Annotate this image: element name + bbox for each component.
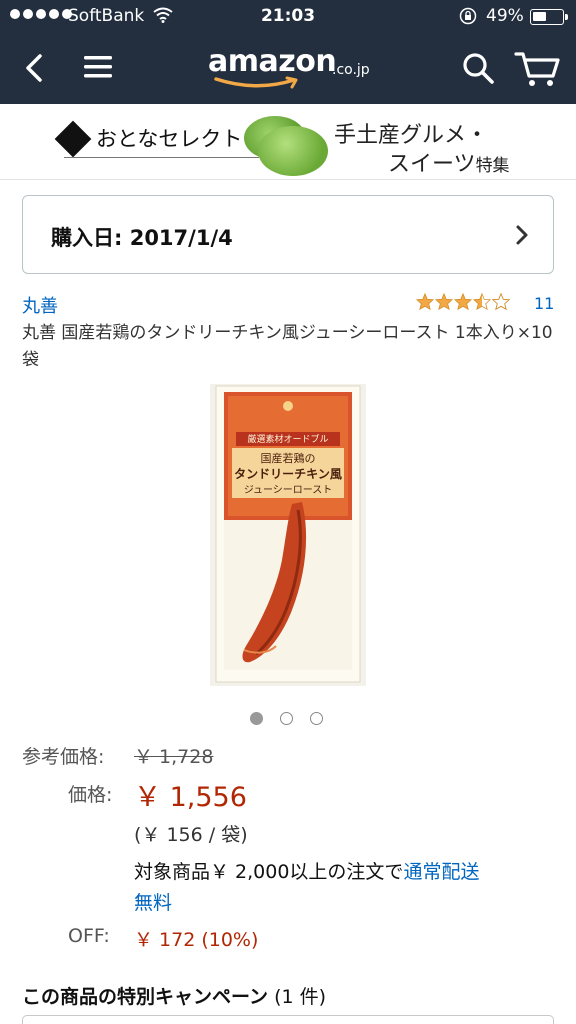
- unit-price: (￥ 156 / 袋): [134, 824, 248, 846]
- banner-divider: [64, 157, 259, 158]
- logo-tld: .co.jp: [332, 62, 370, 78]
- reference-price-label: 参考価格:: [22, 746, 105, 768]
- logo-word: amazon: [208, 44, 337, 79]
- campaign-heading: この商品の特別キャンペーン (1 件): [22, 982, 326, 1009]
- rotation-lock-icon: [459, 7, 477, 25]
- package-line4: ジューシーロースト: [244, 485, 333, 496]
- banner-left-text: おとなセレクト: [96, 127, 243, 151]
- carousel-dot[interactable]: [280, 712, 293, 725]
- brand-link[interactable]: 丸善: [22, 292, 58, 318]
- product-image[interactable]: 厳選素材オードブル 国産若鶏の タンドリーチキン風 ジューシーロースト: [210, 384, 366, 686]
- image-carousel-dots: [250, 712, 323, 725]
- purchase-date-label: 購入日: 2017/1/4: [51, 226, 233, 250]
- carousel-dot[interactable]: [250, 712, 263, 725]
- price-value: ￥ 1,556: [134, 782, 247, 813]
- back-icon[interactable]: [20, 50, 50, 86]
- menu-icon[interactable]: [82, 52, 114, 82]
- campaign-card[interactable]: [22, 1015, 554, 1024]
- diamond-icon: [54, 120, 92, 158]
- star-half-icon: [473, 293, 491, 310]
- star-full-icon: [435, 293, 453, 310]
- purchase-date-card[interactable]: 購入日: 2017/1/4: [22, 195, 554, 274]
- package-line3: タンドリーチキン風: [234, 467, 342, 481]
- cart-icon[interactable]: [513, 48, 561, 88]
- banner-right-line1: 手土産グルメ・: [334, 123, 489, 148]
- star-empty-icon: [492, 293, 510, 310]
- banner-right-suffix: 特集: [475, 156, 510, 176]
- package-line2: 国産若鶏の: [261, 451, 316, 465]
- smile-icon: [214, 76, 298, 89]
- star-rating[interactable]: [416, 293, 510, 310]
- reference-price-value: ￥ 1,728: [134, 746, 214, 768]
- discount-label: OFF:: [68, 925, 110, 947]
- mochi-image: [258, 126, 328, 176]
- campaign-count: (1 件): [274, 986, 327, 1008]
- top-nav: amazon .co.jp: [0, 32, 576, 104]
- amazon-logo[interactable]: amazon .co.jp: [208, 42, 378, 92]
- shipping-info: 対象商品￥ 2,000以上の注文で通常配送: [134, 857, 479, 884]
- battery-icon: [530, 9, 568, 25]
- carousel-dot[interactable]: [310, 712, 323, 725]
- battery-percent: 49%: [486, 6, 524, 26]
- promo-banner[interactable]: おとなセレクト 手土産グルメ・ スイーツ特集: [0, 104, 576, 180]
- status-bar: SoftBank 21:03 49%: [0, 0, 576, 32]
- shipping-text: 対象商品￥ 2,000以上の注文で: [134, 861, 404, 883]
- star-full-icon: [454, 293, 472, 310]
- campaign-title: この商品の特別キャンペーン: [22, 986, 269, 1008]
- rating-count[interactable]: 11: [534, 294, 554, 313]
- chevron-right-icon: [516, 225, 528, 245]
- star-full-icon: [416, 293, 434, 310]
- price-label: 価格:: [68, 784, 113, 806]
- banner-right-text: スイーツ: [388, 152, 476, 177]
- discount-value: ￥ 172 (10%): [134, 929, 259, 951]
- shipping-link-continued[interactable]: 無料: [134, 888, 172, 915]
- banner-right-line2: スイーツ特集: [388, 146, 510, 178]
- shipping-link[interactable]: 通常配送: [403, 861, 479, 883]
- product-title: 丸善 国産若鶏のタンドリーチキン風ジューシーロースト 1本入り×10袋: [22, 323, 553, 370]
- search-icon[interactable]: [460, 50, 496, 86]
- package-line1: 厳選素材オードブル: [247, 433, 328, 445]
